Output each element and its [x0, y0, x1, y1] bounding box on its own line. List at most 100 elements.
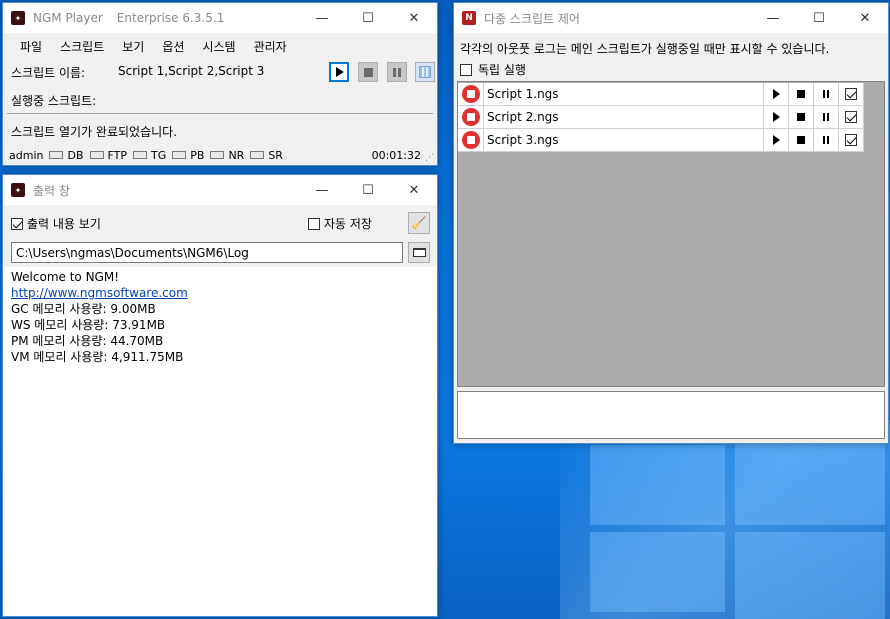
stop-icon: [797, 136, 805, 144]
output-window: ✦ 출력 창 — ☐ ✕ 출력 내용 보기 자동 저장 🧹 Welcome to…: [2, 174, 438, 617]
script-play-button[interactable]: [764, 128, 789, 152]
maximize-icon[interactable]: ☐: [345, 175, 391, 205]
stop-status-icon: [461, 85, 480, 103]
output-line: PM 메모리 사용량: 44.70MB: [11, 334, 164, 348]
stop-icon: [363, 67, 373, 77]
script-log-box[interactable]: [457, 391, 885, 439]
player-titlebar[interactable]: ✦ NGM Player Enterprise 6.3.5.1 — ☐ ✕: [3, 3, 437, 33]
script-pause-button[interactable]: [814, 128, 839, 152]
minimize-icon[interactable]: —: [299, 3, 345, 33]
script-play-button[interactable]: [764, 82, 789, 106]
table-row[interactable]: Script 2.ngs: [458, 105, 864, 129]
minimize-icon[interactable]: —: [750, 3, 796, 33]
script-enable-checkbox[interactable]: [845, 88, 857, 100]
output-caption-buttons: — ☐ ✕: [299, 175, 437, 205]
script-enable-cell[interactable]: [839, 128, 864, 152]
output-log-area[interactable]: Welcome to NGM! http://www.ngmsoftware.c…: [3, 267, 437, 616]
standalone-checkbox[interactable]: [460, 63, 472, 76]
clear-output-button[interactable]: 🧹: [408, 212, 430, 234]
player-title-app: NGM Player: [33, 11, 103, 25]
minimize-icon[interactable]: —: [299, 175, 345, 205]
script-pause-button[interactable]: [814, 82, 839, 106]
play-icon: [772, 112, 780, 122]
broom-icon: 🧹: [411, 216, 427, 230]
script-name-cell: Script 2.ngs: [484, 105, 764, 129]
status-sr: SR: [268, 148, 283, 162]
grid-icon: [419, 66, 431, 78]
pb-indicator-icon: [172, 151, 187, 159]
maximize-icon[interactable]: ☐: [796, 3, 842, 33]
output-line: Welcome to NGM!: [11, 270, 120, 284]
script-status-cell[interactable]: [458, 128, 484, 152]
script-grid: Script 1.ngs Script 2.ngs Script 3.ngs: [457, 81, 885, 387]
multi-script-button[interactable]: [415, 62, 435, 82]
stop-button[interactable]: [358, 62, 378, 82]
script-pause-button[interactable]: [814, 105, 839, 129]
ngm-website-link[interactable]: http://www.ngmsoftware.com: [11, 286, 188, 300]
player-caption-buttons: — ☐ ✕: [299, 3, 437, 33]
play-icon: [772, 135, 780, 145]
output-titlebar[interactable]: ✦ 출력 창 — ☐ ✕: [3, 175, 437, 205]
pause-icon: [823, 90, 829, 98]
script-name-cell: Script 3.ngs: [484, 128, 764, 152]
multi-title: 다중 스크립트 제어: [484, 11, 580, 26]
script-enable-cell[interactable]: [839, 82, 864, 106]
close-icon[interactable]: ✕: [842, 3, 888, 33]
stop-icon: [797, 90, 805, 98]
play-icon: [772, 89, 780, 99]
auto-save-option[interactable]: 자동 저장: [308, 215, 372, 232]
status-timer: 00:01:32: [371, 148, 421, 162]
script-stop-button[interactable]: [789, 82, 814, 106]
player-statusbar: admin DB FTP TG PB NR SR 00:01:32 ⋰: [3, 145, 437, 165]
auto-save-checkbox[interactable]: [308, 217, 320, 230]
table-row[interactable]: Script 3.ngs: [458, 128, 864, 152]
script-enable-cell[interactable]: [839, 105, 864, 129]
menu-file[interactable]: 파일: [11, 38, 51, 55]
show-output-label: 출력 내용 보기: [27, 217, 101, 231]
maximize-icon[interactable]: ☐: [345, 3, 391, 33]
player-message: 스크립트 열기가 완료되었습니다.: [11, 125, 178, 139]
script-stop-button[interactable]: [789, 128, 814, 152]
player-separator: [7, 113, 433, 114]
menu-options[interactable]: 옵션: [153, 38, 193, 55]
play-button[interactable]: [329, 62, 349, 82]
browse-folder-button[interactable]: [408, 242, 430, 263]
resize-grip-icon[interactable]: ⋰: [425, 153, 434, 163]
menu-system[interactable]: 시스템: [193, 38, 244, 55]
script-status-cell[interactable]: [458, 105, 484, 129]
standalone-option[interactable]: 독립 실행: [460, 61, 526, 78]
ftp-indicator-icon: [89, 151, 104, 159]
show-output-option[interactable]: 출력 내용 보기: [11, 215, 101, 232]
sr-indicator-icon: [250, 151, 265, 159]
nr-indicator-icon: [210, 151, 225, 159]
player-menubar: 파일 스크립트 보기 옵션 시스템 관리자: [3, 33, 437, 59]
menu-admin[interactable]: 관리자: [245, 38, 296, 55]
close-icon[interactable]: ✕: [391, 3, 437, 33]
log-path-input[interactable]: [11, 242, 403, 263]
db-indicator-icon: [49, 151, 64, 159]
script-name-cell: Script 1.ngs: [484, 82, 764, 106]
multi-titlebar[interactable]: N 다중 스크립트 제어 — ☐ ✕: [454, 3, 888, 33]
menu-view[interactable]: 보기: [113, 38, 153, 55]
show-output-checkbox[interactable]: [11, 217, 23, 230]
stop-icon: [797, 113, 805, 121]
auto-save-label: 자동 저장: [324, 217, 372, 231]
script-play-button[interactable]: [764, 105, 789, 129]
menu-script[interactable]: 스크립트: [51, 38, 113, 55]
script-enable-checkbox[interactable]: [845, 134, 857, 146]
script-status-cell[interactable]: [458, 82, 484, 106]
close-icon[interactable]: ✕: [391, 175, 437, 205]
multi-caption-buttons: — ☐ ✕: [750, 3, 888, 33]
table-row[interactable]: Script 1.ngs: [458, 82, 864, 106]
output-title: 출력 창: [33, 183, 70, 198]
output-line: VM 메모리 사용량: 4,911.75MB: [11, 350, 184, 364]
pause-icon: [823, 113, 829, 121]
pause-button[interactable]: [387, 62, 407, 82]
ngm-app-icon: ✦: [11, 11, 25, 25]
pause-icon: [823, 136, 829, 144]
running-script-label: 실행중 스크립트:: [11, 94, 97, 108]
script-stop-button[interactable]: [789, 105, 814, 129]
standalone-label: 독립 실행: [478, 63, 526, 77]
script-enable-checkbox[interactable]: [845, 111, 857, 123]
ngm-player-window: ✦ NGM Player Enterprise 6.3.5.1 — ☐ ✕ 파일…: [2, 2, 438, 166]
